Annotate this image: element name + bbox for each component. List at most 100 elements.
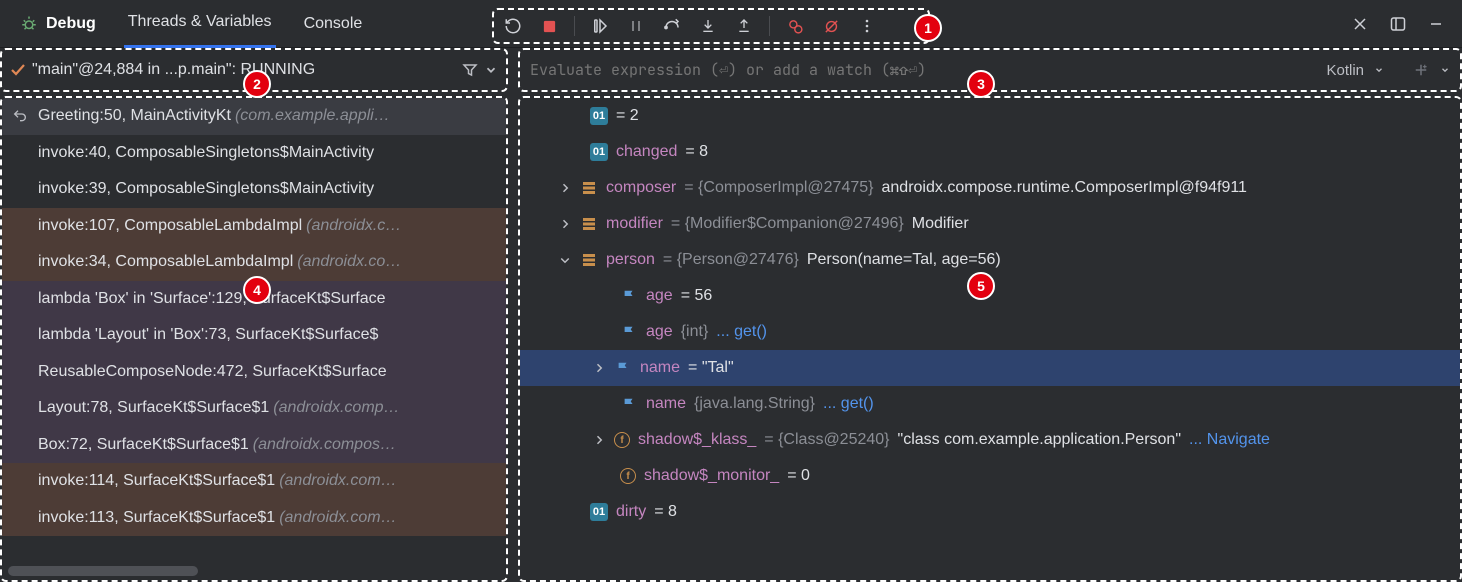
int-type-icon: 01 xyxy=(590,143,608,161)
window-controls xyxy=(1350,14,1454,34)
stack-frame-row[interactable]: invoke:39, ComposableSingletons$MainActi… xyxy=(2,171,506,208)
variable-value: = 2 xyxy=(616,107,639,125)
frame-label: Greeting:50, MainActivityKt xyxy=(38,107,231,125)
frame-context: (androidx.co… xyxy=(297,253,401,271)
tab-console-label: Console xyxy=(304,15,363,33)
check-icon xyxy=(10,62,26,78)
stack-frame-row[interactable]: invoke:40, ComposableSingletons$MainActi… xyxy=(2,135,506,172)
stack-frame-row[interactable]: invoke:113, SurfaceKt$Surface$1 (android… xyxy=(2,500,506,537)
stack-frame-row[interactable]: Box:72, SurfaceKt$Surface$1 (androidx.co… xyxy=(2,427,506,464)
variable-value: Modifier xyxy=(912,215,969,233)
frame-context: (com.example.appli… xyxy=(235,107,390,125)
language-label[interactable]: Kotlin xyxy=(1326,62,1364,79)
frame-label: invoke:113, SurfaceKt$Surface$1 xyxy=(38,509,275,527)
getter-link[interactable]: ... get() xyxy=(716,323,767,341)
variable-row[interactable]: f shadow$_klass_ = {Class@25240} "class … xyxy=(520,422,1460,458)
stack-frame-row[interactable]: Layout:78, SurfaceKt$Surface$1 (androidx… xyxy=(2,390,506,427)
variable-name: changed xyxy=(616,143,677,161)
variable-row[interactable]: › 01 = 2 xyxy=(520,98,1460,134)
variable-row[interactable]: f shadow$_monitor_ = 0 xyxy=(520,458,1460,494)
variable-row[interactable]: person = {Person@27476} Person(name=Tal,… xyxy=(520,242,1460,278)
variable-type: {java.lang.String} xyxy=(694,395,815,413)
variables-panel: › 01 = 2 › 01 changed = 8 composer = {Co… xyxy=(518,96,1462,582)
debug-toolbar xyxy=(492,8,930,44)
variable-row[interactable]: composer = {ComposerImpl@27475} androidx… xyxy=(520,170,1460,206)
mute-breakpoints-icon[interactable] xyxy=(820,15,842,37)
variable-name: name xyxy=(646,395,686,413)
frame-label: invoke:34, ComposableLambdaImpl xyxy=(38,253,293,271)
frame-label: invoke:40, ComposableSingletons$MainActi… xyxy=(38,144,374,162)
frames-panel: Greeting:50, MainActivityKt (com.example… xyxy=(0,96,508,582)
variable-row[interactable]: name {java.lang.String} ... get() xyxy=(520,386,1460,422)
variable-value: Person(name=Tal, age=56) xyxy=(807,251,1001,269)
filter-icon[interactable] xyxy=(462,62,478,78)
variable-name: composer xyxy=(606,179,676,197)
variable-row-selected[interactable]: name = "Tal" xyxy=(520,350,1460,386)
stop-icon[interactable] xyxy=(538,15,560,37)
final-field-icon: f xyxy=(620,468,636,484)
variable-name: dirty xyxy=(616,503,646,521)
object-type-icon xyxy=(580,215,598,233)
callout-4: 4 xyxy=(243,276,271,304)
chevron-down-icon[interactable] xyxy=(484,63,498,77)
frame-context: (androidx.compos… xyxy=(253,436,396,454)
callout-2: 2 xyxy=(243,70,271,98)
frame-label: lambda 'Box' in 'Surface':129, SurfaceKt… xyxy=(38,290,386,308)
add-watch-icon[interactable] xyxy=(1412,61,1430,79)
frame-label: invoke:114, SurfaceKt$Surface$1 xyxy=(38,472,275,490)
callout-5: 5 xyxy=(967,272,995,300)
split-icon[interactable] xyxy=(1388,14,1408,34)
more-icon[interactable] xyxy=(856,15,878,37)
chevron-right-icon[interactable] xyxy=(558,218,572,230)
chevron-right-icon[interactable] xyxy=(592,434,606,446)
variable-row[interactable]: › 01 changed = 8 xyxy=(520,134,1460,170)
chevron-down-icon[interactable] xyxy=(1374,65,1384,75)
variable-name: name xyxy=(640,359,680,377)
stack-frame-row[interactable]: invoke:107, ComposableLambdaImpl (androi… xyxy=(2,208,506,245)
variable-value: = 8 xyxy=(654,503,677,521)
stack-frame-row[interactable]: ReusableComposeNode:472, SurfaceKt$Surfa… xyxy=(2,354,506,391)
property-icon xyxy=(620,323,638,341)
tab-debug[interactable]: Debug xyxy=(16,0,100,48)
frame-label: invoke:107, ComposableLambdaImpl xyxy=(38,217,302,235)
chevron-right-icon[interactable] xyxy=(592,362,606,374)
step-out-icon[interactable] xyxy=(733,15,755,37)
stack-frame-row[interactable]: lambda 'Layout' in 'Box':73, SurfaceKt$S… xyxy=(2,317,506,354)
evaluate-expression-input[interactable] xyxy=(530,60,1316,80)
minimize-icon[interactable] xyxy=(1426,14,1446,34)
stack-frame-row[interactable]: Greeting:50, MainActivityKt (com.example… xyxy=(2,98,506,135)
separator xyxy=(769,16,770,36)
chevron-down-icon[interactable] xyxy=(1440,65,1450,75)
tab-strip: Debug Threads & Variables Console xyxy=(8,0,366,48)
variable-type: = {Person@27476} xyxy=(663,251,799,269)
variable-type: = {Class@25240} xyxy=(764,431,889,449)
variable-value: = 0 xyxy=(787,467,810,485)
stack-frame-row[interactable]: invoke:114, SurfaceKt$Surface$1 (android… xyxy=(2,463,506,500)
drop-frame-icon[interactable] xyxy=(12,108,28,124)
frame-label: Box:72, SurfaceKt$Surface$1 xyxy=(38,436,249,454)
close-icon[interactable] xyxy=(1350,14,1370,34)
tab-threads-label: Threads & Variables xyxy=(128,13,272,31)
object-type-icon xyxy=(580,179,598,197)
step-into-icon[interactable] xyxy=(697,15,719,37)
view-breakpoints-icon[interactable] xyxy=(784,15,806,37)
pause-icon[interactable] xyxy=(625,15,647,37)
resume-icon[interactable] xyxy=(589,15,611,37)
chevron-down-icon[interactable] xyxy=(558,254,572,266)
tab-threads-variables[interactable]: Threads & Variables xyxy=(124,0,276,48)
chevron-right-icon[interactable] xyxy=(558,182,572,194)
frame-label: invoke:39, ComposableSingletons$MainActi… xyxy=(38,180,374,198)
frame-context: (androidx.c… xyxy=(306,217,401,235)
getter-link[interactable]: ... get() xyxy=(823,395,874,413)
field-icon xyxy=(614,359,632,377)
step-over-icon[interactable] xyxy=(661,15,683,37)
tab-console[interactable]: Console xyxy=(300,0,367,48)
variable-row[interactable]: modifier = {Modifier$Companion@27496} Mo… xyxy=(520,206,1460,242)
variable-row[interactable]: › 01 dirty = 8 xyxy=(520,494,1460,530)
rerun-icon[interactable] xyxy=(502,15,524,37)
stack-frame-row[interactable]: invoke:34, ComposableLambdaImpl (android… xyxy=(2,244,506,281)
horizontal-scrollbar[interactable] xyxy=(8,566,198,576)
variable-row[interactable]: age {int} ... get() xyxy=(520,314,1460,350)
navigate-link[interactable]: ... Navigate xyxy=(1189,431,1270,449)
variable-value: "class com.example.application.Person" xyxy=(898,431,1182,449)
